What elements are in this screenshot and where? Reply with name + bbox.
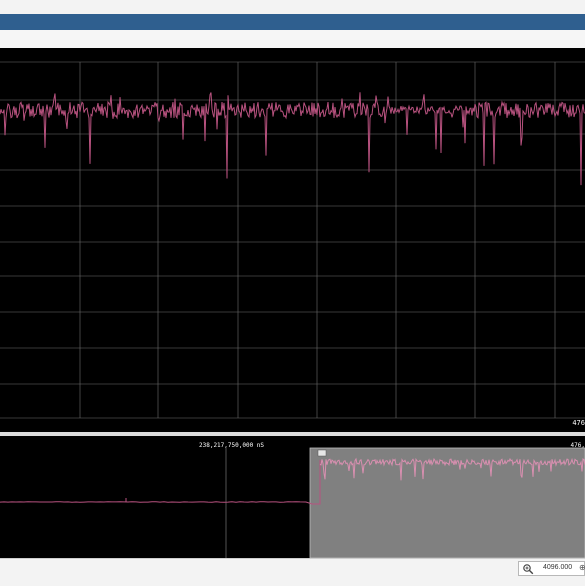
selection-window[interactable] [309, 447, 585, 558]
selection-handle-icon[interactable] [317, 449, 327, 457]
overview-trace-flat [0, 460, 321, 505]
main-plot-edge-label: 476 [572, 419, 585, 427]
window-header-band [0, 14, 585, 30]
status-bar: 4096.000 ⊕ [0, 558, 585, 586]
title-bar [0, 0, 585, 15]
magnifier-icon[interactable] [522, 563, 534, 575]
zoom-field[interactable]: 4096.000 ⊕ [518, 561, 585, 576]
cursor-time-label: 238,217,750,000 nS [199, 442, 265, 449]
signal-plot-main[interactable]: 476 [0, 48, 585, 432]
zoom-value[interactable]: 4096.000 [543, 564, 572, 571]
toolbar-area [0, 30, 585, 48]
zoom-add-icon[interactable]: ⊕ [579, 563, 585, 572]
signal-trace [0, 92, 585, 186]
overview-edge-label: 476, [570, 442, 585, 449]
signal-overview-plot[interactable]: 238,217,750,000 nS 476, [0, 436, 585, 558]
